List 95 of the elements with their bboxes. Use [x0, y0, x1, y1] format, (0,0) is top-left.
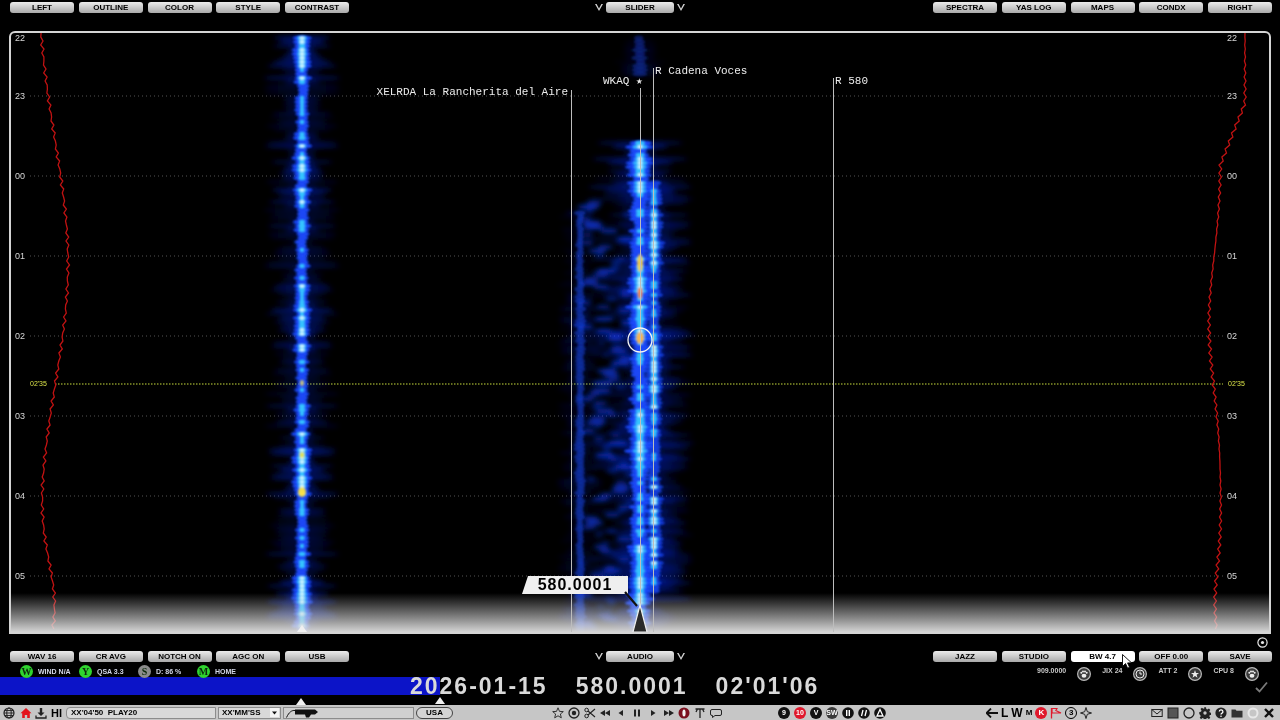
four-point-star-icon[interactable] — [1080, 706, 1093, 719]
status-letter-badge: M — [197, 665, 210, 678]
letter-button[interactable]: W — [1011, 706, 1023, 719]
region-button[interactable]: USA — [416, 706, 453, 719]
letter-button[interactable]: L — [1000, 706, 1009, 719]
flag-icon[interactable] — [1050, 706, 1063, 719]
toolbar-button[interactable]: STYLE — [216, 2, 281, 13]
target-icon[interactable] — [567, 706, 580, 719]
control-button[interactable]: SAVE — [1208, 651, 1272, 662]
hour-label: 05 — [15, 571, 25, 581]
status-letter-badge: S — [138, 665, 151, 678]
hour-label: 00 — [15, 171, 25, 181]
caret-down-icon — [270, 708, 279, 717]
toolbar-button[interactable]: COLOR — [147, 2, 212, 13]
record-icon[interactable] — [678, 706, 691, 719]
speech-bubble-icon[interactable] — [709, 706, 722, 719]
circle-icon[interactable] — [1183, 706, 1195, 719]
triangle-circle-icon[interactable] — [873, 706, 886, 719]
toolbar-button[interactable]: CONTRAST — [285, 2, 349, 13]
control-button[interactable]: WAV 16 — [10, 651, 74, 662]
marker-triangle-icon — [297, 625, 307, 632]
marker-triangle-icon — [296, 698, 306, 705]
control-button[interactable]: BW 4.7 — [1070, 651, 1135, 662]
station-label: XELRDA La Rancherita del Aire — [376, 86, 568, 99]
control-button[interactable]: AUDIO — [606, 651, 674, 662]
control-button[interactable]: CR AVG — [78, 651, 143, 662]
download-icon[interactable] — [35, 706, 47, 719]
toolbar-button[interactable]: SLIDER — [606, 2, 674, 13]
help-icon[interactable] — [1215, 706, 1227, 719]
chevron-down-icon[interactable] — [595, 4, 603, 11]
hour-label: 04 — [1227, 491, 1237, 501]
antenna-icon[interactable] — [694, 706, 707, 719]
square-icon[interactable] — [1167, 706, 1179, 719]
station-label: R Cadena Voces — [655, 65, 748, 78]
control-button[interactable]: STUDIO — [1001, 651, 1066, 662]
hour-label: 05 — [1227, 571, 1237, 581]
station-label: R 580 — [835, 75, 868, 88]
envelope-icon[interactable] — [1151, 706, 1163, 719]
hour-label: 01 — [15, 251, 25, 261]
frequency-readout: 580.0001 — [575, 676, 688, 696]
ring-icon[interactable] — [1257, 636, 1268, 648]
paw-icon[interactable] — [1245, 667, 1259, 681]
scissors-icon[interactable] — [583, 706, 596, 719]
settings-icon[interactable] — [1199, 706, 1211, 719]
control-button[interactable]: OFF 0.00 — [1139, 651, 1204, 662]
chevron-down-icon[interactable] — [677, 4, 685, 11]
hour-label: 00 — [1227, 171, 1237, 181]
hour-label: 23 — [1227, 91, 1237, 101]
hour-label: 01 — [1227, 251, 1237, 261]
status-letter-badge: Y — [79, 665, 92, 678]
close-icon[interactable] — [1263, 706, 1275, 719]
paw-icon[interactable] — [1077, 667, 1092, 681]
control-button[interactable]: USB — [285, 651, 349, 662]
chevron-down-icon[interactable] — [677, 653, 685, 660]
hour-label: 22 — [1227, 33, 1237, 43]
mode-button[interactable]: HI — [51, 706, 62, 719]
control-button[interactable]: JAZZ — [933, 651, 997, 662]
letter-button[interactable]: M — [1025, 706, 1033, 719]
star-outline-icon[interactable] — [552, 706, 564, 719]
toolbar-button[interactable]: SPECTRA — [933, 2, 997, 13]
slash-circle-icon[interactable] — [857, 706, 870, 719]
slider-field[interactable] — [283, 706, 414, 719]
pause-circle-icon[interactable] — [841, 706, 854, 719]
toolbar-button[interactable]: OUTLINE — [78, 2, 143, 13]
frequency-marker-label: 580.0001 — [522, 576, 628, 594]
hour-label: 03 — [15, 411, 25, 421]
time-readout: 02'01'06 — [715, 676, 820, 696]
control-button[interactable]: AGC ON — [216, 651, 281, 662]
check-icon — [1255, 681, 1268, 693]
hour-label: 02 — [15, 331, 25, 341]
playhead-triangle-icon[interactable] — [435, 697, 446, 704]
control-button[interactable]: NOTCH ON — [147, 651, 212, 662]
toolbar-button[interactable]: YAS LOG — [1001, 2, 1066, 13]
station-label: WKAQ ★ — [603, 75, 643, 88]
mini-graph-icon — [286, 707, 320, 718]
hour-label: 02 — [1227, 331, 1237, 341]
star-icon[interactable] — [1188, 667, 1203, 681]
clock-icon[interactable] — [1133, 667, 1148, 681]
letter-badge[interactable]: K — [1035, 706, 1048, 719]
toolbar-button[interactable]: CONDX — [1139, 2, 1204, 13]
position-field[interactable]: XX'04'50 PLAY20 — [66, 706, 216, 719]
hour-label: 03 — [1227, 411, 1237, 421]
arrow-left-icon[interactable] — [985, 707, 998, 718]
hour-label: 23 — [15, 91, 25, 101]
hour-label: 04 — [15, 491, 25, 501]
chevron-down-icon[interactable] — [595, 653, 603, 660]
toolbar-button[interactable]: MAPS — [1070, 2, 1135, 13]
globe-icon[interactable] — [3, 706, 15, 719]
toolbar-button[interactable]: LEFT — [10, 2, 74, 13]
hour-label: 22 — [15, 33, 25, 43]
tuning-cursor-icon — [627, 327, 653, 353]
status-letter-badge: W — [20, 665, 33, 678]
mouse-pointer-icon — [1122, 654, 1132, 669]
format-dropdown[interactable]: XX'MM'SS — [218, 706, 281, 719]
toolbar-button[interactable]: RIGHT — [1208, 2, 1272, 13]
